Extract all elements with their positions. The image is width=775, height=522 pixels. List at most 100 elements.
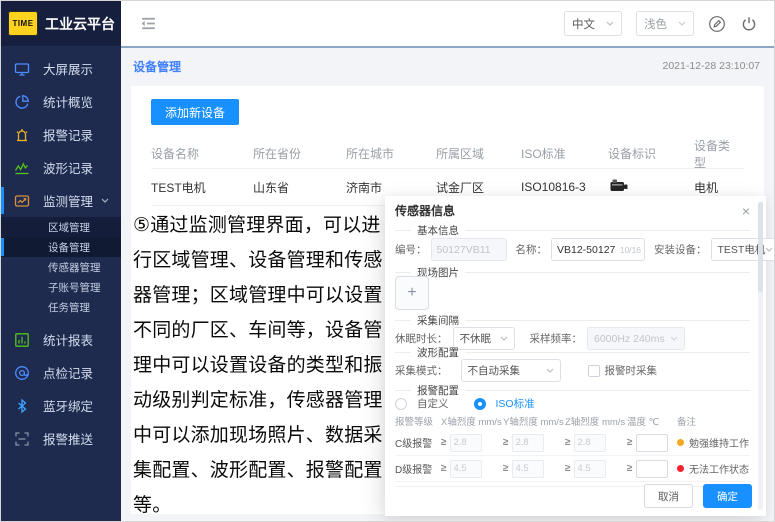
subitem-label: 子账号管理 xyxy=(48,280,101,295)
sidebar-submenu: 区域管理 设备管理 传感器管理 子账号管理 任务管理 xyxy=(1,217,121,317)
collect-mode-value: 不自动采集 xyxy=(468,363,521,378)
sidebar-item-label: 波形记录 xyxy=(43,158,93,177)
sidebar-item-label: 大屏展示 xyxy=(43,59,93,78)
upload-photo-button[interactable]: + xyxy=(395,276,429,310)
chevron-down-icon xyxy=(670,336,678,341)
iso-standard-radio[interactable] xyxy=(474,398,486,410)
sidebar-item-label: 点检记录 xyxy=(43,363,93,382)
current-timestamp: 2021-12-28 23:10:07 xyxy=(663,60,761,72)
close-icon[interactable]: × xyxy=(742,204,750,218)
power-logout-icon[interactable] xyxy=(740,15,758,33)
sensor-info-panel: 传感器信息 × 基本信息 编号： 名称： 10/16 安装设备： TEST电机 xyxy=(385,196,766,516)
sidebar-subitem-sensor-management[interactable]: 传感器管理 xyxy=(1,257,121,277)
language-select-value: 中文 xyxy=(572,16,595,32)
sidebar-item-screen-display[interactable]: 大屏展示 xyxy=(1,52,121,85)
collect-mode-select[interactable]: 不自动采集 xyxy=(461,359,561,382)
app-window: TIME 工业云平台 大屏展示 统计概览 报警记录 波形记录 xyxy=(0,0,775,522)
col-header-badge: 设备标识 xyxy=(608,145,694,162)
sidebar-subitem-subaccount-management[interactable]: 子账号管理 xyxy=(1,277,121,297)
sidebar-item-alarm-push[interactable]: 报警推送 xyxy=(1,422,121,455)
top-header: 中文 浅色 xyxy=(121,1,774,48)
c-y-threshold-input[interactable] xyxy=(512,434,544,452)
c-x-threshold-input[interactable] xyxy=(450,434,482,452)
chevron-down-icon xyxy=(678,21,686,26)
scrollbar-thumb[interactable] xyxy=(758,202,763,292)
col-header-device-name: 设备名称 xyxy=(151,145,253,162)
ge-symbol: ≥ xyxy=(627,463,633,474)
sidebar-subitem-device-management[interactable]: 设备管理 xyxy=(1,237,121,257)
plus-icon: + xyxy=(407,284,416,302)
d-y-threshold-input[interactable] xyxy=(512,460,544,478)
sidebar-item-stats-overview[interactable]: 统计概览 xyxy=(1,85,121,118)
subitem-label: 任务管理 xyxy=(48,300,90,315)
sidebar-item-stats-report[interactable]: 统计报表 xyxy=(1,323,121,356)
theme-select[interactable]: 浅色 xyxy=(636,11,694,36)
stats-overview-icon xyxy=(14,94,30,110)
collect-on-alarm-checkbox[interactable] xyxy=(588,365,600,377)
sidebar-item-inspection-records[interactable]: 点检记录 xyxy=(1,356,121,389)
sensor-code-field[interactable] xyxy=(431,238,507,261)
d-temp-threshold-input[interactable] xyxy=(636,460,668,478)
basic-info-row: 编号： 名称： 10/16 安装设备： TEST电机 xyxy=(395,238,750,261)
c-z-threshold-input[interactable] xyxy=(574,434,606,452)
panel-footer: 取消 确定 xyxy=(644,484,752,508)
stats-report-icon xyxy=(14,332,30,348)
cell-device-type: 电机 xyxy=(694,179,744,196)
alarm-col-z: Z轴烈度 mm/s xyxy=(565,414,627,428)
edit-pen-icon[interactable] xyxy=(708,15,726,33)
sidebar-item-label: 统计概览 xyxy=(43,92,93,111)
section-label: 基本信息 xyxy=(417,223,459,238)
cell-device-badge xyxy=(608,177,694,197)
col-header-city: 所在城市 xyxy=(346,145,436,162)
install-device-select[interactable]: TEST电机 xyxy=(711,238,775,261)
topbar-controls: 中文 浅色 xyxy=(564,11,758,36)
alarm-record-icon xyxy=(14,127,30,143)
code-label: 编号： xyxy=(395,242,427,257)
cell-province: 山东省 xyxy=(253,179,346,196)
custom-radio[interactable] xyxy=(395,398,407,410)
add-device-button[interactable]: 添加新设备 xyxy=(151,99,239,125)
chevron-down-icon xyxy=(101,198,109,203)
sidebar-menu: 大屏展示 统计概览 报警记录 波形记录 监测管理 区域管理 设备 xyxy=(1,46,121,455)
alarm-push-icon xyxy=(14,431,30,447)
sidebar-item-bluetooth-binding[interactable]: 蓝牙绑定 xyxy=(1,389,121,422)
photo-upload-row: + xyxy=(395,276,750,310)
alarm-row-d: D级报警 ≥ ≥ ≥ ≥ 无法工作状态 xyxy=(395,456,750,482)
language-select[interactable]: 中文 xyxy=(564,11,622,36)
ge-symbol: ≥ xyxy=(441,463,447,474)
sidebar-item-alarm-records[interactable]: 报警记录 xyxy=(1,118,121,151)
sidebar-subitem-task-management[interactable]: 任务管理 xyxy=(1,297,121,317)
sidebar-subitem-region-management[interactable]: 区域管理 xyxy=(1,217,121,237)
install-device-label: 安装设备： xyxy=(654,242,707,257)
d-z-threshold-input[interactable] xyxy=(574,460,606,478)
alarm-col-y: Y轴烈度 mm/s xyxy=(503,414,565,428)
menu-fold-icon[interactable] xyxy=(139,14,158,33)
col-header-region: 所属区域 xyxy=(436,145,521,162)
bluetooth-bind-icon xyxy=(14,398,30,414)
cell-iso: ISO10816-3 xyxy=(521,180,608,194)
collect-on-alarm-label: 报警时采集 xyxy=(605,363,658,378)
collect-mode-label: 采集模式： xyxy=(395,363,448,378)
panel-scrollbar[interactable] xyxy=(758,202,763,510)
alarm-col-x: X轴烈度 mm/s xyxy=(441,414,503,428)
waveform-row: 采集模式： 不自动采集 报警时采集 xyxy=(395,359,750,382)
section-divider-interval: 采集间隔 xyxy=(395,314,750,327)
theme-select-value: 浅色 xyxy=(644,16,667,32)
alarm-col-level: 报警等级 xyxy=(395,414,441,428)
d-x-threshold-input[interactable] xyxy=(450,460,482,478)
sleep-duration-value: 不休眠 xyxy=(460,331,492,346)
alarm-row-c: C级报警 ≥ ≥ ≥ ≥ 勉强维持工作 xyxy=(395,430,750,456)
section-label: 波形配置 xyxy=(417,345,459,360)
sample-rate-value: 6000Hz 240ms xyxy=(594,333,665,345)
status-dot-danger xyxy=(677,465,684,472)
alarm-table-header: 报警等级 X轴烈度 mm/s Y轴烈度 mm/s Z轴烈度 mm/s 温度 ℃ … xyxy=(395,414,750,428)
sidebar-item-waveform-records[interactable]: 波形记录 xyxy=(1,151,121,184)
c-temp-threshold-input[interactable] xyxy=(636,434,668,452)
breadcrumb[interactable]: 设备管理 xyxy=(133,58,181,75)
iso-standard-radio-label: ISO标准 xyxy=(496,396,535,411)
sidebar-item-monitor-management[interactable]: 监测管理 xyxy=(1,184,121,217)
alarm-col-note: 备注 xyxy=(677,414,750,428)
cancel-button[interactable]: 取消 xyxy=(644,484,693,508)
confirm-button[interactable]: 确定 xyxy=(703,484,752,508)
col-header-type: 设备类型 xyxy=(694,137,744,171)
